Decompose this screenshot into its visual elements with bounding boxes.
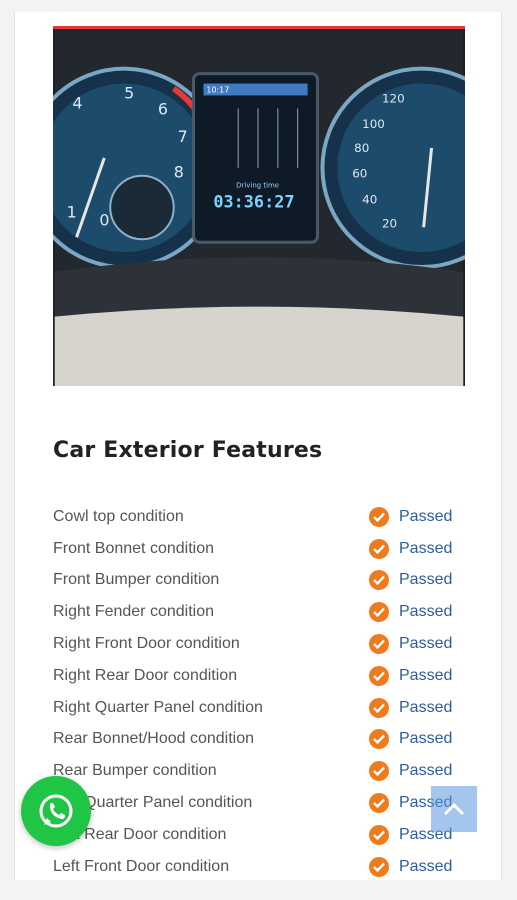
feature-row: Front Bumper condition Passed — [53, 565, 463, 597]
svg-text:0: 0 — [99, 210, 109, 229]
svg-text:4: 4 — [73, 93, 83, 112]
inspection-card: 456 78 01 120 100 80 60 40 20 Driving time … — [14, 12, 502, 880]
svg-text:100: 100 — [362, 117, 385, 131]
chevron-up-icon — [443, 802, 465, 816]
check-circle-icon — [369, 729, 389, 750]
check-circle-icon — [369, 538, 389, 559]
feature-status: Passed — [369, 697, 453, 718]
status-text: Passed — [399, 539, 453, 557]
feature-label: Left Front Door condition — [53, 857, 230, 875]
check-circle-icon — [369, 761, 389, 782]
feature-label: Right Fender condition — [53, 603, 214, 621]
check-circle-icon — [369, 665, 389, 686]
feature-row: Front Bonnet condition Passed — [53, 533, 463, 565]
svg-text:120: 120 — [382, 91, 405, 105]
feature-row: Cowl top condition Passed — [53, 501, 463, 533]
back-to-top-button[interactable] — [431, 786, 477, 832]
feature-row: Right Front Door condition Passed — [53, 628, 463, 660]
feature-label: Right Front Door condition — [53, 635, 240, 653]
feature-row: Left Quarter Panel condition Passed — [53, 787, 463, 819]
status-text: Passed — [399, 698, 453, 716]
check-circle-icon — [369, 793, 389, 814]
feature-row: Rear Bumper condition Passed — [53, 755, 463, 787]
feature-label: Right Rear Door condition — [53, 666, 238, 684]
check-circle-icon — [369, 824, 389, 845]
status-text: Passed — [399, 730, 453, 748]
check-circle-icon — [369, 570, 389, 591]
status-text: Passed — [399, 507, 453, 525]
feature-label: Front Bonnet condition — [53, 539, 214, 557]
feature-row: Rear Bonnet/Hood condition Passed — [53, 724, 463, 756]
feature-status: Passed — [369, 506, 453, 527]
whatsapp-icon — [39, 794, 73, 828]
feature-label: Cowl top condition — [53, 507, 184, 525]
feature-row: Right Fender condition Passed — [53, 596, 463, 628]
svg-text:20: 20 — [382, 216, 397, 230]
check-circle-icon — [369, 506, 389, 527]
driving-time-label: Driving time — [236, 182, 279, 190]
feature-status: Passed — [369, 570, 453, 591]
status-text: Passed — [399, 857, 453, 875]
feature-status: Passed — [369, 538, 453, 559]
dashboard-photo: 456 78 01 120 100 80 60 40 20 Driving time … — [53, 26, 465, 386]
check-circle-icon — [369, 634, 389, 655]
check-circle-icon — [369, 697, 389, 718]
svg-text:5: 5 — [124, 83, 134, 102]
feature-label: Front Bumper condition — [53, 571, 220, 589]
svg-text:8: 8 — [174, 163, 184, 182]
feature-label: Right Quarter Panel condition — [53, 698, 263, 716]
dashboard-clock: 10:17 — [206, 85, 229, 94]
feature-status: Passed — [369, 665, 453, 686]
status-text: Passed — [399, 571, 453, 589]
feature-row: Right Quarter Panel condition Passed — [53, 692, 463, 724]
svg-text:6: 6 — [158, 99, 168, 118]
feature-row: Left Rear Door condition Passed — [53, 819, 463, 851]
dashboard-time: 03:36:27 — [213, 192, 294, 212]
feature-status: Passed — [369, 634, 453, 655]
feature-row: Left Front Door condition Passed — [53, 851, 463, 880]
feature-list: Cowl top condition Passed Front Bonnet con… — [53, 501, 463, 880]
check-circle-icon — [369, 856, 389, 877]
feature-row: Right Rear Door condition Passed — [53, 660, 463, 692]
status-text: Passed — [399, 635, 453, 653]
status-text: Passed — [399, 603, 453, 621]
svg-text:60: 60 — [352, 167, 367, 181]
whatsapp-button[interactable] — [21, 776, 91, 846]
feature-label: Rear Bumper condition — [53, 762, 217, 780]
feature-status: Passed — [369, 729, 453, 750]
svg-text:40: 40 — [362, 193, 377, 207]
feature-status: Passed — [369, 856, 453, 877]
check-circle-icon — [369, 602, 389, 623]
feature-status: Passed — [369, 761, 453, 782]
status-text: Passed — [399, 666, 453, 684]
svg-text:80: 80 — [354, 141, 369, 155]
status-text: Passed — [399, 762, 453, 780]
feature-label: Rear Bonnet/Hood condition — [53, 730, 255, 748]
section-title: Car Exterior Features — [53, 438, 323, 463]
svg-text:1: 1 — [67, 202, 77, 221]
feature-status: Passed — [369, 602, 453, 623]
svg-text:7: 7 — [178, 127, 188, 146]
